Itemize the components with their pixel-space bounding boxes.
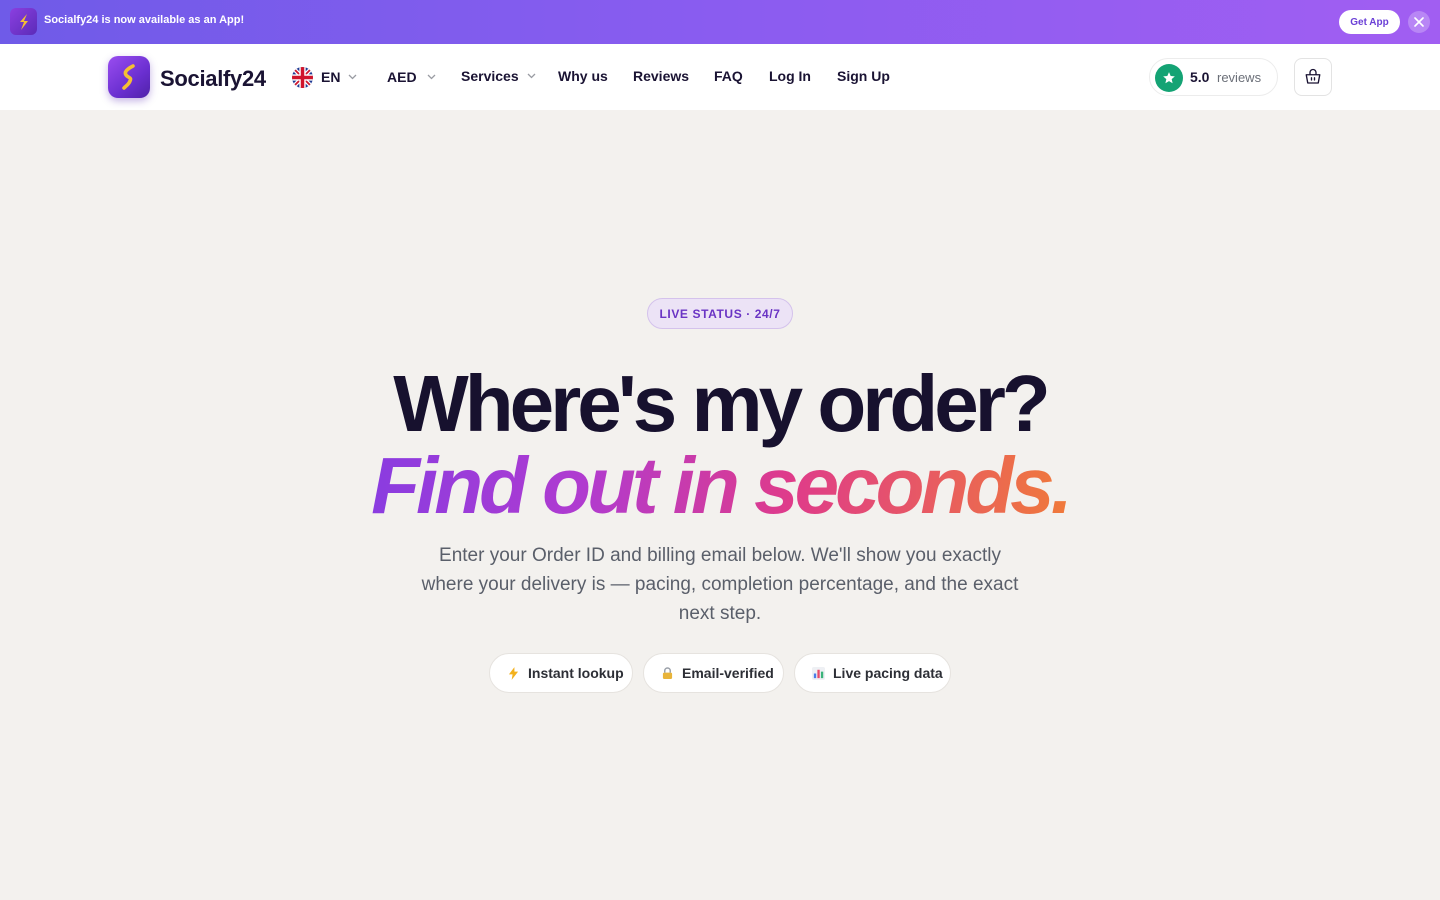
nav-reviews[interactable]: Reviews <box>633 68 689 84</box>
banner-logo-icon <box>10 8 37 35</box>
hero-subtitle: Enter your Order ID and billing email be… <box>421 545 1019 624</box>
chevron-down-icon <box>348 74 357 80</box>
nav-log-in[interactable]: Log In <box>769 68 811 84</box>
chevron-down-icon <box>427 74 436 80</box>
currency-selector[interactable]: AED <box>387 66 436 88</box>
close-icon[interactable] <box>1408 11 1430 33</box>
chevron-down-icon <box>527 73 536 79</box>
app-banner: Socialfy24 is now available as an App! G… <box>0 0 1440 44</box>
get-app-button[interactable]: Get App <box>1339 10 1400 34</box>
feature-chip-live-pacing: Live pacing data <box>794 653 951 693</box>
language-selector[interactable]: EN <box>292 66 357 88</box>
brand-logo-icon[interactable] <box>108 56 150 98</box>
feature-label: Live pacing data <box>833 665 943 681</box>
lock-icon <box>660 666 674 680</box>
lightning-icon <box>506 666 520 680</box>
top-nav: Socialfy24 EN AED Services Why us Review… <box>0 44 1440 110</box>
reviews-label: reviews <box>1217 70 1262 85</box>
hero-title-gradient: Find out in seconds. <box>0 442 1440 530</box>
reviews-badge[interactable]: 5.0 reviews <box>1149 58 1278 96</box>
star-icon <box>1155 64 1183 92</box>
shopping-basket-icon <box>1305 68 1321 84</box>
nav-why-us[interactable]: Why us <box>558 68 608 84</box>
uk-flag-icon <box>292 66 313 88</box>
nav-services-label: Services <box>461 68 519 84</box>
feature-label: Instant lookup <box>528 665 624 681</box>
feature-chip-instant-lookup: Instant lookup <box>489 653 633 693</box>
rating-value: 5.0 <box>1190 69 1210 85</box>
live-status-badge: LIVE STATUS · 24/7 <box>647 298 793 329</box>
feature-label: Email-verified <box>682 665 774 681</box>
feature-chip-email-verified: Email-verified <box>643 653 784 693</box>
nav-faq[interactable]: FAQ <box>714 68 743 84</box>
hero-title: Where's my order? <box>393 359 1050 448</box>
language-label: EN <box>321 69 341 85</box>
cart-button[interactable] <box>1294 58 1332 96</box>
nav-services[interactable]: Services <box>461 68 536 84</box>
hero-title-gradient-text: Find out in seconds. <box>371 441 1073 530</box>
banner-text: Socialfy24 is now available as an App! <box>44 14 245 26</box>
nav-sign-up[interactable]: Sign Up <box>837 68 890 84</box>
bar-chart-icon <box>811 666 825 680</box>
brand-name[interactable]: Socialfy24 <box>160 66 266 92</box>
currency-label: AED <box>387 69 417 85</box>
